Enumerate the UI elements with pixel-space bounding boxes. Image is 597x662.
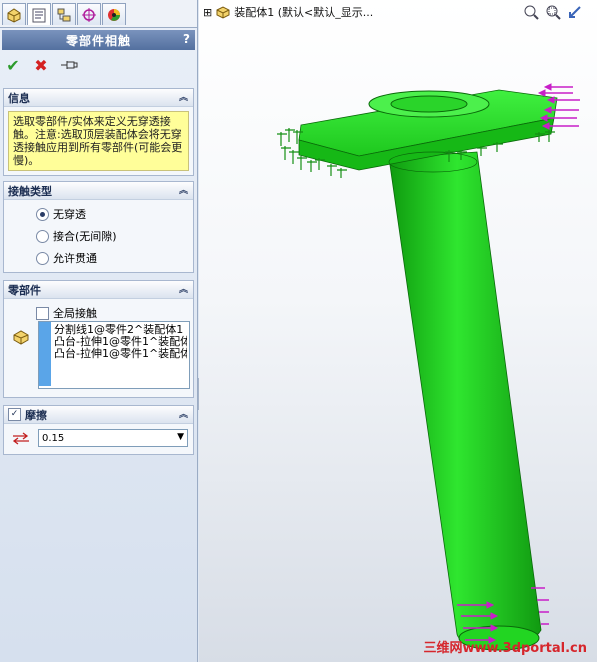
friction-coefficient-select[interactable]: 0.15 ▼ (38, 429, 188, 447)
ok-button[interactable]: ✔ (4, 56, 22, 75)
model-view (277, 83, 580, 651)
contact-type-header[interactable]: 接触类型 ︽ (4, 182, 193, 200)
radio-button[interactable] (36, 229, 49, 243)
configuration-icon (57, 8, 71, 21)
feature-tree-icon (7, 7, 21, 23)
pin-button[interactable] (60, 56, 78, 74)
components-header-label: 零部件 (8, 283, 41, 297)
collapse-icon[interactable]: ︽ (179, 407, 188, 420)
graphics-viewport[interactable]: ⊞ 装配体1 (默认<默认_显示... 三维网www.3dportal.cn (199, 0, 597, 662)
cancel-button[interactable]: ✖ (32, 56, 50, 75)
radio-no-penetration[interactable]: 无穿透 (4, 203, 193, 225)
configuration-manager-tab[interactable] (52, 3, 76, 25)
radio-label: 无穿透 (53, 208, 86, 221)
property-sheet-icon (32, 8, 46, 22)
radio-allow-penetration[interactable]: 允许贯通 (4, 247, 193, 269)
radio-label: 接合(无间隙) (53, 230, 117, 243)
action-buttons: ✔ ✖ (4, 56, 78, 75)
friction-header-label: 摩擦 (25, 408, 47, 422)
friction-checkbox[interactable]: ✓ (8, 408, 21, 421)
radio-bonded[interactable]: 接合(无间隙) (4, 225, 193, 247)
display-manager-tab[interactable] (102, 3, 126, 25)
info-message: 选取零部件/实体来定义无穿透接触。注意:选取顶层装配体会将无穿透接触应用到所有零… (8, 111, 189, 171)
radio-label: 允许贯通 (53, 252, 97, 265)
property-manager-tab[interactable] (27, 3, 51, 25)
pushpin-icon (61, 61, 78, 69)
info-section: 信息 ︽ 选取零部件/实体来定义无穿透接触。注意:选取顶层装配体会将无穿透接触应… (3, 88, 194, 176)
dimxpert-tab[interactable] (77, 3, 101, 25)
components-header[interactable]: 零部件 ︽ (4, 281, 193, 299)
panel-title: 零部件相触 ? (2, 30, 195, 50)
collapse-icon[interactable]: ︽ (179, 282, 188, 295)
property-manager-panel: 零部件相触 ? ✔ ✖ 信息 ︽ 选取零部件/实体来定义无穿透接触。注意:选取顶… (0, 0, 198, 662)
info-header[interactable]: 信息 ︽ (4, 89, 193, 107)
friction-value: 0.15 (42, 432, 65, 444)
global-contact-checkbox[interactable] (36, 306, 49, 320)
t-part-model[interactable] (298, 89, 558, 651)
global-contact-label: 全局接触 (53, 307, 97, 320)
components-section: 零部件 ︽ 全局接触 分割线1@零件2^装配体1 凸台-拉伸1@零件1^装配体1… (3, 280, 194, 398)
radio-button[interactable] (36, 251, 49, 265)
contact-type-header-label: 接触类型 (8, 184, 52, 198)
site-watermark: 三维网www.3dportal.cn (423, 641, 587, 656)
panel-title-text: 零部件相触 (65, 33, 131, 48)
friction-section: ✓ 摩擦 ︽ 0.15 ▼ (3, 405, 194, 455)
component-icon (13, 330, 29, 345)
collapse-icon[interactable]: ︽ (179, 183, 188, 196)
feature-manager-tab[interactable] (2, 3, 26, 25)
manager-tabs (0, 0, 197, 28)
components-listbox[interactable]: 分割线1@零件2^装配体1 凸台-拉伸1@零件1^装配体1 凸台-拉伸1@零件1… (38, 321, 190, 389)
help-button[interactable]: ? (183, 32, 191, 46)
contact-type-section: 接触类型 ︽ 无穿透 接合(无间隙) 允许贯通 (3, 181, 194, 273)
color-wheel-icon (108, 8, 120, 21)
friction-icon (12, 432, 29, 445)
radio-button[interactable] (36, 207, 49, 221)
info-header-label: 信息 (8, 91, 30, 105)
friction-header[interactable]: ✓ 摩擦 ︽ (4, 406, 193, 424)
chevron-down-icon: ▼ (177, 432, 184, 442)
collapse-icon[interactable]: ︽ (179, 90, 188, 103)
list-item[interactable]: 凸台-拉伸1@零件1^装配体1 (54, 348, 187, 360)
crosshair-icon (82, 7, 96, 22)
